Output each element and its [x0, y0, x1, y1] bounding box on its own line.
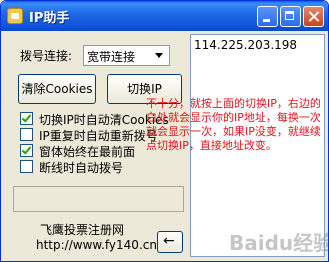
clear-cookies-button[interactable]: 清除Cookies	[18, 74, 96, 104]
ip-helper-window: IP助手 拨号连接: 宽带连接 清除Cookies 切换IP 切换IP时自动清C…	[0, 0, 329, 262]
title-bar[interactable]: IP助手	[1, 1, 328, 31]
instruction-annotation: 不十分，就按上面的切换IP，右边的白处就会显示你的IP地址，每换一次就会显示一次…	[146, 97, 321, 152]
window-title: IP助手	[29, 11, 70, 26]
footer-site-name: 飞鹰投票注册网	[40, 223, 125, 237]
back-button[interactable]: ←	[157, 231, 183, 253]
dial-connection-value: 宽带连接	[87, 50, 136, 64]
dial-connection-label: 拨号连接:	[20, 49, 73, 63]
watermark-logo: Baidu经验	[229, 231, 329, 255]
always-on-top-label: 窗体始终在最前面	[39, 145, 136, 159]
auto-clear-cookies-checkbox[interactable]	[20, 112, 33, 125]
close-button[interactable]	[303, 6, 324, 27]
always-on-top-checkbox[interactable]	[20, 144, 33, 157]
minimize-button[interactable]	[257, 6, 278, 27]
status-box	[13, 186, 184, 212]
dial-connection-select[interactable]: 宽带连接	[83, 45, 170, 66]
current-ip-text: 114.225.203.198	[194, 38, 298, 52]
maximize-button[interactable]	[280, 6, 301, 27]
footer-url-link[interactable]: http://www.fy140.cn	[36, 238, 157, 252]
dropdown-arrow-icon[interactable]	[151, 47, 168, 64]
auto-redial-on-disconnect-checkbox[interactable]	[20, 160, 33, 173]
redial-on-repeat-checkbox[interactable]	[20, 128, 33, 141]
redial-on-repeat-label: IP重复时自动重新拨号	[39, 129, 158, 143]
app-icon	[7, 8, 23, 24]
left-arrow-icon: ←	[163, 233, 175, 249]
auto-redial-on-disconnect-label: 断线时自动拨号	[39, 161, 124, 175]
